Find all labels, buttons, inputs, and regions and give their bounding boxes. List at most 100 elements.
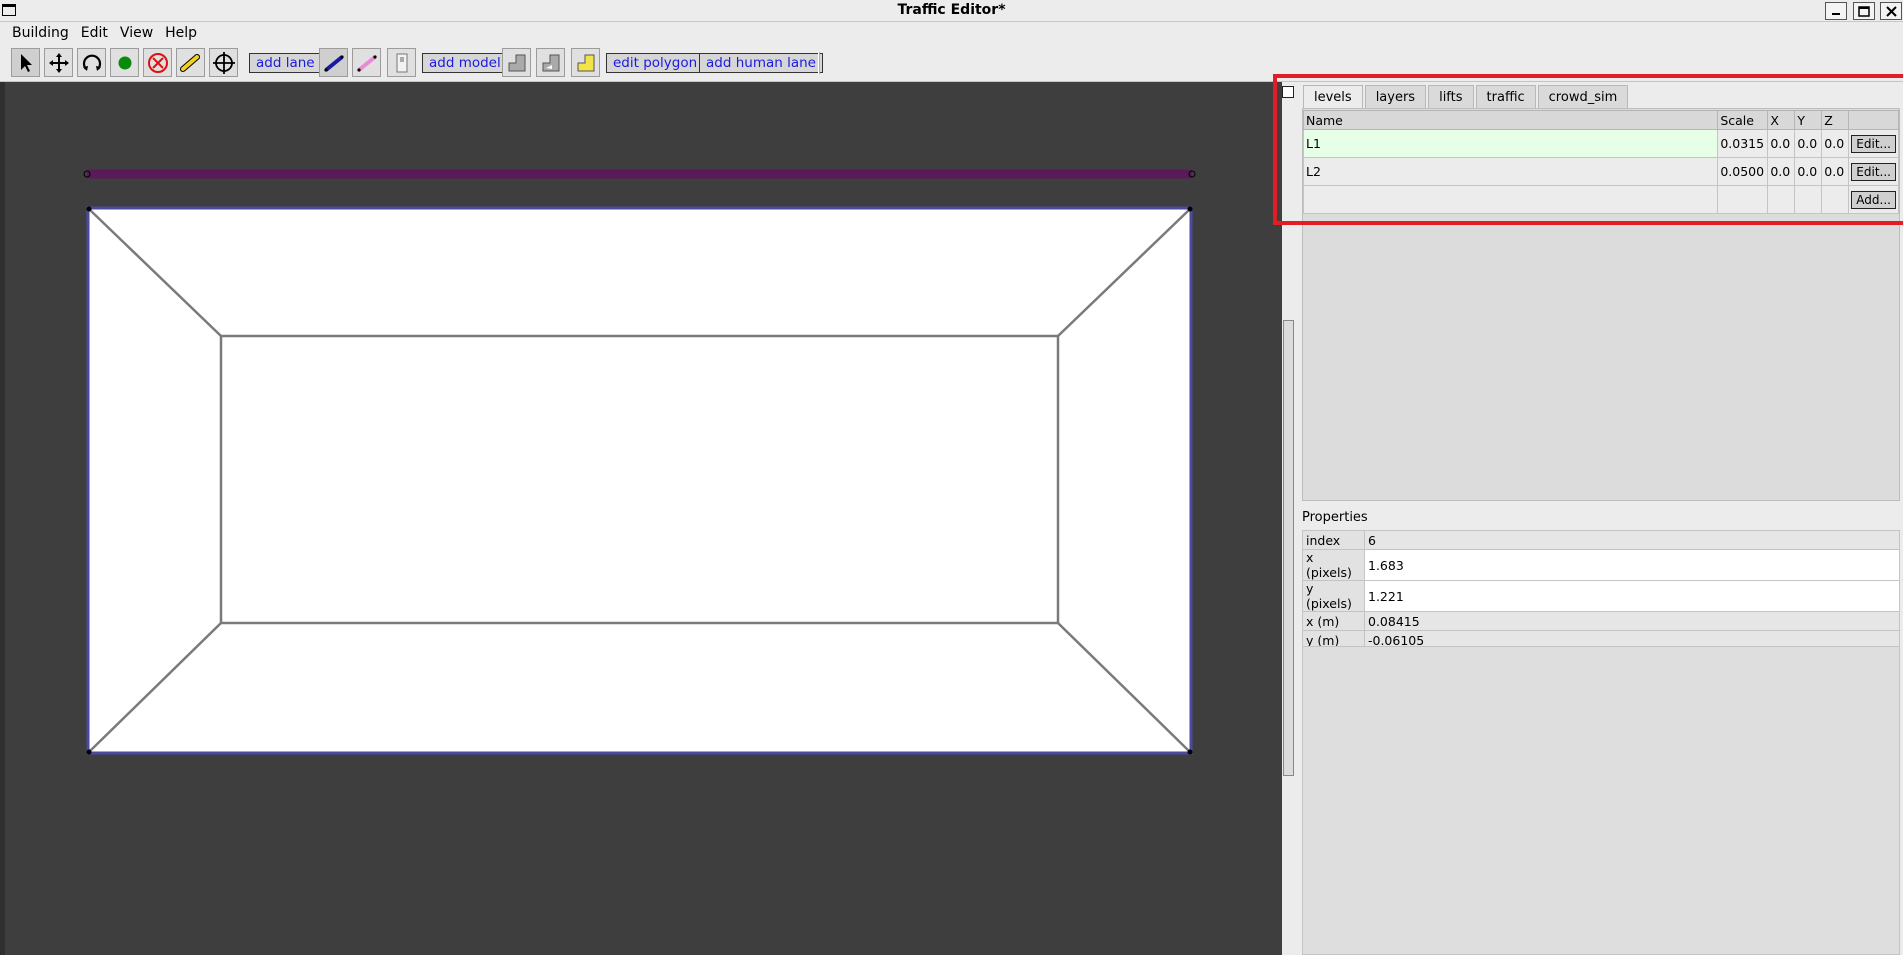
add-measurement-button[interactable] — [352, 48, 381, 77]
property-row: index 6 — [1302, 530, 1900, 550]
tab-crowd-sim[interactable]: crowd_sim — [1537, 85, 1629, 108]
map-canvas[interactable] — [0, 82, 1282, 955]
rotate-tool-button[interactable] — [77, 48, 106, 77]
property-row: x (pixels) 1.683 — [1302, 549, 1900, 581]
add-level-button[interactable]: Add... — [1851, 190, 1896, 209]
table-row: Add... — [1302, 185, 1899, 214]
col-name[interactable]: Name — [1302, 110, 1719, 130]
add-cell: Add... — [1848, 185, 1899, 214]
property-key: index — [1302, 530, 1365, 550]
menu-edit[interactable]: Edit — [75, 25, 114, 41]
floor-vertex — [1187, 749, 1193, 755]
menu-building[interactable]: Building — [6, 25, 75, 41]
window-title: Traffic Editor* — [897, 2, 1006, 18]
yellow-polygon-icon — [577, 54, 594, 71]
level-y: 0.0 — [1794, 129, 1823, 158]
maximize-button[interactable] — [1853, 2, 1875, 20]
level-z: 0.0 — [1821, 157, 1850, 186]
add-roi-button[interactable] — [571, 48, 600, 77]
table-row[interactable]: L1 0.0315 0.0 0.0 0.0 Edit... — [1302, 129, 1899, 158]
add-door-button[interactable] — [387, 48, 416, 77]
edit-level-button[interactable]: Edit... — [1851, 134, 1896, 153]
col-scale[interactable]: Scale — [1717, 110, 1769, 130]
level-scale: 0.0315 — [1717, 129, 1769, 158]
move-icon — [48, 52, 69, 73]
minimize-button[interactable] — [1825, 2, 1847, 20]
tab-lifts[interactable]: lifts — [1428, 85, 1474, 108]
level-name[interactable]: L2 — [1302, 157, 1719, 186]
title-bar: Traffic Editor* — [0, 0, 1903, 22]
add-model-label: add model — [429, 55, 501, 71]
measure-icon — [179, 53, 200, 72]
canvas-vertical-scrollbar[interactable] — [1282, 82, 1296, 955]
property-key: y (pixels) — [1302, 580, 1365, 612]
rotate-icon — [82, 54, 101, 71]
fiducial-button[interactable] — [209, 48, 238, 77]
add-human-lane-button[interactable]: add human lane — [699, 53, 823, 73]
minimize-icon — [1832, 13, 1840, 15]
add-vertex-button[interactable] — [110, 48, 139, 77]
empty-cell — [1767, 185, 1796, 214]
edit-polygon-button[interactable]: edit polygon — [606, 53, 705, 73]
panel-tabs: levels layers lifts traffic crowd_sim — [1303, 85, 1630, 109]
level-actions-cell: Edit... — [1848, 129, 1899, 158]
property-key: x (pixels) — [1302, 549, 1365, 581]
floor-polygon — [86, 206, 1193, 755]
select-tool-button[interactable] — [11, 48, 40, 77]
level-x: 0.0 — [1767, 129, 1796, 158]
toolbar-separator — [818, 52, 820, 74]
measure-tool-button[interactable] — [176, 48, 205, 77]
add-wall-button[interactable] — [319, 48, 348, 77]
scrollbar-handle[interactable] — [1283, 320, 1294, 776]
level-z: 0.0 — [1821, 129, 1850, 158]
pink-line-icon — [356, 54, 377, 72]
menu-view[interactable]: View — [114, 25, 159, 41]
dock-float-button[interactable] — [1282, 86, 1294, 98]
floor-vertex — [86, 749, 92, 755]
col-y[interactable]: Y — [1794, 110, 1823, 130]
level-y: 0.0 — [1794, 157, 1823, 186]
close-icon — [1885, 5, 1897, 17]
tab-traffic[interactable]: traffic — [1475, 85, 1536, 108]
add-model-button[interactable]: add model — [422, 53, 508, 73]
menu-help[interactable]: Help — [159, 25, 203, 41]
property-row: y (pixels) 1.221 — [1302, 580, 1900, 612]
floor-plan-drawing[interactable] — [5, 82, 1282, 955]
toolbar: add lane add model edit polygon add huma… — [0, 44, 1903, 82]
property-value: 6 — [1364, 530, 1900, 550]
delete-icon — [147, 52, 168, 73]
table-row[interactable]: L2 0.0500 0.0 0.0 0.0 Edit... — [1302, 157, 1899, 186]
hole-icon — [542, 54, 559, 71]
cursor-icon — [20, 53, 32, 72]
properties-empty-area — [1302, 646, 1900, 955]
floor-icon — [508, 54, 525, 71]
add-hole-button[interactable] — [536, 48, 565, 77]
property-key: x (m) — [1302, 611, 1365, 631]
property-row: x (m) 0.08415 — [1302, 611, 1900, 631]
property-value: 0.08415 — [1364, 611, 1900, 631]
level-name[interactable]: L1 — [1302, 129, 1719, 158]
property-value[interactable]: 1.221 — [1364, 580, 1900, 612]
floor-vertex — [1187, 206, 1193, 212]
close-button[interactable] — [1880, 2, 1902, 20]
property-value[interactable]: 1.683 — [1364, 549, 1900, 581]
level-x: 0.0 — [1767, 157, 1796, 186]
tab-levels[interactable]: levels — [1303, 85, 1363, 108]
tab-layers[interactable]: layers — [1364, 85, 1427, 108]
empty-cell — [1794, 185, 1823, 214]
add-floor-button[interactable] — [502, 48, 531, 77]
edit-level-button[interactable]: Edit... — [1851, 162, 1896, 181]
empty-cell — [1821, 185, 1850, 214]
floor-vertex — [86, 206, 92, 212]
add-lane-button[interactable]: add lane — [249, 53, 322, 73]
blue-wall-icon — [323, 54, 344, 72]
col-z[interactable]: Z — [1821, 110, 1850, 130]
crosshair-icon — [212, 51, 235, 74]
move-tool-button[interactable] — [44, 48, 73, 77]
delete-button[interactable] — [143, 48, 172, 77]
col-x[interactable]: X — [1767, 110, 1796, 130]
menu-bar: Building Edit View Help — [0, 22, 1903, 44]
level-scale: 0.0500 — [1717, 157, 1769, 186]
properties-title: Properties — [1302, 510, 1368, 525]
maximize-icon — [1858, 5, 1870, 17]
